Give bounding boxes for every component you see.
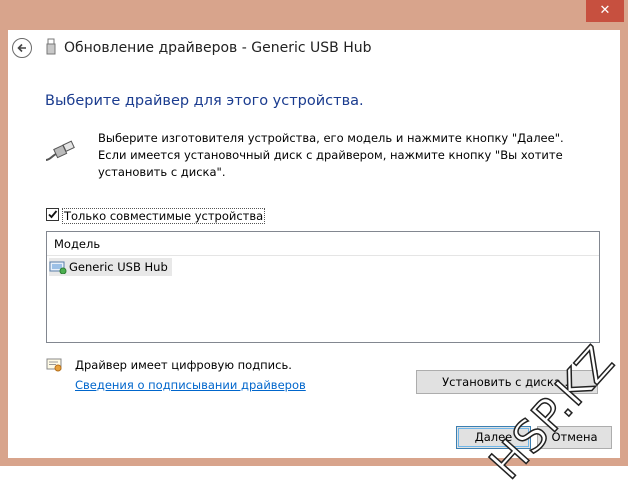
close-button[interactable]: ✕	[586, 0, 624, 22]
compatible-devices-label[interactable]: Только совместимые устройства	[62, 208, 266, 224]
compatible-devices-checkbox[interactable]	[46, 208, 59, 221]
compatible-devices-checkbox-row[interactable]: Только совместимые устройства	[46, 208, 266, 224]
list-item-label: Generic USB Hub	[69, 260, 168, 274]
window-title: Обновление драйверов - Generic USB Hub	[64, 40, 372, 56]
signature-status-text: Драйвер имеет цифровую подпись.	[75, 358, 292, 372]
dialog-window: ✕ Обновление драйверов - Generic USB Hub…	[0, 0, 628, 489]
back-button[interactable]	[12, 38, 32, 58]
usb-cable-icon	[45, 140, 75, 161]
page-title: Выберите драйвер для этого устройства.	[45, 93, 364, 109]
signature-info-link[interactable]: Сведения о подписывании драйверов	[75, 378, 306, 392]
list-item[interactable]: Generic USB Hub	[49, 258, 172, 276]
usb-device-icon	[46, 38, 56, 55]
certificate-icon	[46, 358, 62, 372]
checkmark-icon	[48, 210, 58, 219]
usb-hub-icon	[49, 261, 67, 274]
model-list[interactable]: Модель Generic USB Hub	[46, 231, 600, 343]
model-column-header[interactable]: Модель	[47, 232, 599, 256]
instructions-text: Выберите изготовителя устройства, его мо…	[98, 131, 564, 179]
back-arrow-icon	[17, 43, 26, 53]
